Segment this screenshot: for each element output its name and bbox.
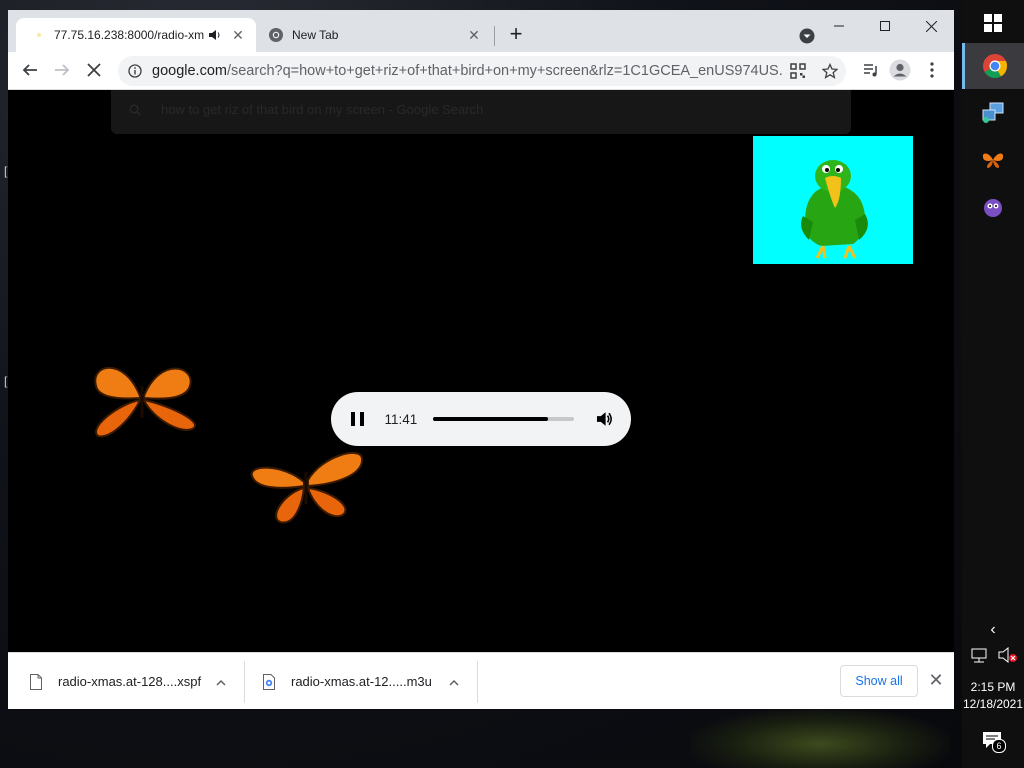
download-shelf: radio-xmas.at-128....xspf radio-xmas.at-…: [8, 652, 954, 709]
url-text[interactable]: google.com/search?q=how+to+get+riz+of+th…: [152, 63, 782, 79]
butterfly-sprite-2: [250, 452, 364, 524]
page-favicon: [32, 28, 46, 42]
notification-count-badge: 6: [992, 739, 1006, 753]
start-button[interactable]: [962, 0, 1024, 46]
seek-bar[interactable]: [433, 417, 574, 421]
download-filename: radio-xmas.at-12.....m3u: [291, 674, 432, 689]
volume-icon[interactable]: [596, 410, 613, 428]
chrome-file-icon: [263, 673, 275, 690]
avatar-icon: [889, 59, 911, 81]
clock-time[interactable]: 2:15 PM: [962, 680, 1024, 694]
close-download-shelf-icon[interactable]: ✕: [926, 670, 946, 690]
faded-search-bar: how to get riz of that bird on my screen…: [111, 90, 851, 134]
taskbar-bonzi-app[interactable]: [962, 184, 1024, 230]
bookmark-star-icon[interactable]: [822, 63, 838, 79]
taskbar: ‹ 2:15 PM 12/18/2021 6: [962, 0, 1024, 768]
arrow-right-icon: [55, 64, 70, 76]
purple-creature-icon: [984, 199, 1002, 217]
chrome-window: 77.75.16.238:8000/radio-xmas.at-128.mp3 …: [8, 10, 954, 709]
parrot-animation: [753, 136, 913, 264]
tab-close-icon[interactable]: ✕: [466, 27, 482, 43]
file-icon: [30, 673, 42, 690]
taskbar-butterfly-app[interactable]: [962, 137, 1024, 183]
pause-button[interactable]: [351, 412, 365, 426]
maximize-icon: [880, 21, 890, 31]
stop-loading-button[interactable]: [80, 56, 108, 84]
close-window-button[interactable]: [908, 10, 954, 42]
new-tab-button[interactable]: +: [505, 23, 527, 46]
chevron-down-circle-icon: [799, 28, 815, 44]
media-controls-button[interactable]: [857, 56, 885, 84]
tab-close-icon[interactable]: ✕: [230, 27, 246, 43]
search-icon: [129, 104, 141, 116]
playback-time: 11:41: [384, 411, 418, 427]
download-options-chevron-up-icon[interactable]: [216, 674, 226, 689]
desktop-edge-mark: [: [4, 164, 8, 178]
minimize-button[interactable]: [816, 10, 862, 42]
stop-icon: [87, 63, 101, 77]
butterfly-sprite-1: [94, 366, 197, 438]
qr-code-icon[interactable]: [790, 63, 806, 79]
volume-muted-icon[interactable]: [998, 647, 1018, 663]
show-all-downloads-button[interactable]: Show all: [840, 665, 918, 697]
seek-bar-progress: [433, 417, 549, 421]
desktop-wallpaper-glow: [690, 708, 950, 768]
tab-title: New Tab: [292, 28, 339, 42]
address-bar[interactable]: google.com/search?q=how+to+get+riz+of+th…: [118, 56, 846, 86]
chrome-icon: [982, 54, 1007, 79]
download-filename: radio-xmas.at-128....xspf: [58, 674, 202, 689]
title-bar: 77.75.16.238:8000/radio-xmas.at-128.mp3 …: [8, 10, 954, 52]
tab-new-tab[interactable]: New Tab ✕: [260, 18, 492, 52]
url-host: google.com: [152, 63, 227, 79]
chevron-left-icon: ‹: [990, 621, 996, 638]
green-parrot-icon: [801, 160, 868, 259]
playlist-music-icon: [864, 64, 877, 77]
url-path: /search?q=how+to+get+riz+of+that+bird+on…: [226, 63, 782, 79]
minimize-icon: [834, 25, 844, 27]
tab-title: 77.75.16.238:8000/radio-xmas.at-128.mp3: [54, 28, 204, 42]
profile-button[interactable]: [886, 56, 914, 84]
maximize-button[interactable]: [862, 10, 908, 42]
tab-audio-playing-icon[interactable]: [208, 29, 222, 41]
taskbar-chrome[interactable]: [962, 43, 1024, 89]
taskbar-network-app[interactable]: [962, 90, 1024, 136]
tab-separator: [494, 26, 495, 46]
clock-date[interactable]: 12/18/2021: [962, 697, 1024, 711]
faded-search-text: how to get riz of that bird on my screen…: [161, 102, 484, 117]
action-center-button[interactable]: 6: [962, 718, 1024, 764]
close-icon: [925, 20, 937, 32]
forward-button[interactable]: [48, 56, 76, 84]
chrome-newtab-favicon-icon: [269, 28, 283, 42]
system-tray: [970, 644, 1018, 666]
download-item-xspf[interactable]: radio-xmas.at-128....xspf: [8, 653, 244, 709]
chrome-menu-button[interactable]: [918, 56, 946, 84]
windows-icon: [984, 14, 1002, 32]
download-separator: [477, 661, 478, 703]
computer-network-icon: [982, 102, 1004, 123]
network-icon[interactable]: [970, 647, 988, 663]
download-item-m3u[interactable]: radio-xmas.at-12.....m3u: [245, 653, 477, 709]
desktop-edge-mark: [: [4, 374, 8, 388]
page-content: how to get riz of that bird on my screen…: [8, 90, 954, 652]
site-info-icon[interactable]: [128, 64, 142, 78]
tab-radio-stream[interactable]: 77.75.16.238:8000/radio-xmas.at-128.mp3 …: [16, 18, 256, 52]
back-button[interactable]: [16, 56, 44, 84]
arrow-left-icon: [22, 64, 37, 76]
audio-player: 11:41: [331, 392, 631, 446]
download-options-chevron-up-icon[interactable]: [449, 674, 459, 689]
butterfly-icon: [982, 153, 1004, 168]
toolbar: google.com/search?q=how+to+get+riz+of+th…: [8, 52, 954, 90]
more-vertical-icon: [930, 62, 934, 78]
